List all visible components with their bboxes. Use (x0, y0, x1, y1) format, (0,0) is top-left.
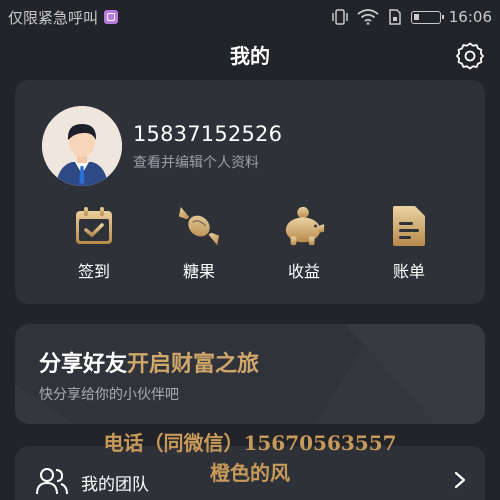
share-banner[interactable]: 分享好友开启财富之旅 快分享给你的小伙伴吧 (15, 324, 485, 424)
profile-page: 仅限紧急呼叫 16:06 我的 15837152526 查看并编辑个人资料 签到… (0, 0, 500, 500)
quick-actions: 签到 糖果 收益 账单 (15, 204, 485, 284)
bill-icon (393, 206, 425, 246)
carrier-text: 仅限紧急呼叫 (8, 8, 99, 27)
checkin-button[interactable]: 签到 (54, 204, 134, 284)
earnings-button[interactable]: 收益 (264, 204, 344, 284)
user-avatar-icon (42, 106, 122, 186)
avatar[interactable] (42, 106, 122, 186)
candy-button[interactable]: 糖果 (159, 204, 239, 284)
earnings-label: 收益 (287, 262, 320, 281)
vibrate-icon (332, 9, 348, 25)
checkin-label: 签到 (77, 262, 110, 281)
status-bar: 仅限紧急呼叫 16:06 (0, 0, 500, 34)
candy-icon (178, 206, 220, 246)
gear-icon (456, 42, 484, 70)
calendar-check-icon (76, 207, 112, 244)
my-team-label: 我的团队 (81, 475, 149, 495)
profile-card: 15837152526 查看并编辑个人资料 签到 糖果 收益 账单 (15, 80, 485, 304)
sim-icon (389, 9, 401, 25)
wifi-icon (357, 9, 379, 25)
gallery-icon (104, 10, 119, 24)
battery-icon (410, 10, 444, 24)
bill-button[interactable]: 账单 (369, 204, 449, 284)
my-team-row[interactable]: 我的团队 (15, 446, 485, 500)
team-icon (36, 468, 68, 495)
phone-number: 15837152526 (133, 122, 283, 146)
share-title: 分享好友开启财富之旅 (39, 346, 259, 378)
settings-button[interactable] (454, 40, 486, 72)
chevron-right-icon (454, 471, 466, 489)
page-title: 我的 (230, 43, 270, 68)
page-header: 我的 (0, 34, 500, 74)
status-left: 仅限紧急呼叫 (8, 7, 119, 28)
share-title-part1: 分享好友 (39, 352, 128, 377)
status-right: 16:06 (331, 8, 492, 26)
share-title-part2: 开启财富之旅 (127, 352, 260, 377)
share-subtitle: 快分享给你的小伙伴吧 (39, 387, 179, 403)
clock-text: 16:06 (448, 8, 492, 26)
edit-profile-link[interactable]: 查看并编辑个人资料 (133, 152, 259, 172)
piggy-bank-icon (285, 206, 325, 246)
candy-label: 糖果 (182, 262, 215, 281)
bill-label: 账单 (392, 262, 425, 281)
